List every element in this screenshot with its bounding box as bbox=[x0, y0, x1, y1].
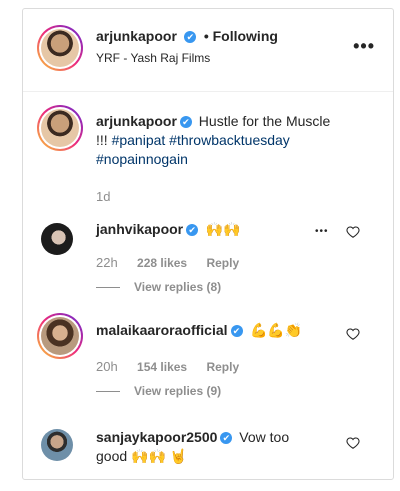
commenter-avatar[interactable] bbox=[37, 313, 83, 359]
caption-time[interactable]: 1d bbox=[96, 189, 110, 204]
comment-emoji: 🙌🙌 🤘 bbox=[131, 448, 188, 464]
reply-button[interactable]: Reply bbox=[206, 360, 239, 374]
caption-username[interactable]: arjunkapoor bbox=[96, 113, 177, 129]
heart-outline-icon[interactable] bbox=[346, 436, 360, 450]
hashtag-panipat[interactable]: #panipat bbox=[112, 132, 166, 148]
comment-text-block: sanjaykapoor2500 ✔ Vow too good 🙌🙌 🤘 bbox=[96, 428, 346, 466]
caption-line2: !!! bbox=[96, 132, 112, 148]
comment-more-icon[interactable]: ••• bbox=[315, 226, 329, 237]
view-replies-label: View replies (9) bbox=[134, 384, 222, 398]
verified-badge-icon: ✔ bbox=[186, 223, 199, 236]
following-label[interactable]: • Following bbox=[204, 28, 278, 44]
comment-meta: 22h 228 likes Reply bbox=[96, 255, 255, 270]
comment-text-line2: good bbox=[96, 448, 128, 464]
commenter-username[interactable]: sanjaykapoor2500 bbox=[96, 429, 217, 445]
view-replies-label: View replies (8) bbox=[134, 280, 222, 294]
commenter-avatar[interactable] bbox=[41, 429, 73, 461]
caption-line1: Hustle for the Muscle bbox=[198, 113, 331, 129]
comment-time[interactable]: 20h bbox=[96, 359, 118, 374]
verified-badge-icon: ✔ bbox=[220, 432, 233, 445]
comment-time[interactable]: 22h bbox=[96, 255, 118, 270]
commenter-username[interactable]: malaikaaroraofficial bbox=[96, 322, 228, 338]
instagram-comments-panel: arjunkapoor ✔ • Following YRF - Yash Raj… bbox=[22, 8, 394, 480]
commenter-avatar[interactable] bbox=[41, 223, 73, 255]
comment-likes[interactable]: 154 likes bbox=[137, 360, 187, 374]
heart-outline-icon[interactable] bbox=[346, 225, 360, 239]
comment-text: Vow too bbox=[239, 429, 290, 445]
verified-badge-icon: ✔ bbox=[184, 30, 197, 43]
hashtag-nopainnogain[interactable]: #nopainnogain bbox=[96, 151, 188, 167]
post-header: arjunkapoor ✔ • Following YRF - Yash Raj… bbox=[23, 9, 393, 92]
divider-line bbox=[96, 391, 120, 393]
author-username[interactable]: arjunkapoor bbox=[96, 28, 177, 44]
more-options-icon[interactable]: ••• bbox=[353, 36, 375, 57]
comment-likes[interactable]: 228 likes bbox=[137, 256, 187, 270]
view-replies-button[interactable]: View replies (8) bbox=[96, 280, 221, 294]
reply-button[interactable]: Reply bbox=[206, 256, 239, 270]
caption-author-avatar[interactable] bbox=[37, 105, 83, 151]
post-location[interactable]: YRF - Yash Raj Films bbox=[96, 51, 210, 65]
view-replies-button[interactable]: View replies (9) bbox=[96, 384, 221, 398]
comment-text: 🙌🙌 bbox=[205, 221, 241, 237]
author-avatar[interactable] bbox=[37, 25, 83, 71]
divider-line bbox=[96, 287, 120, 289]
caption-text: arjunkapoor ✔ Hustle for the Muscle !!! #… bbox=[96, 112, 381, 169]
commenter-username[interactable]: janhvikapoor bbox=[96, 221, 183, 237]
hashtag-throwbacktuesday[interactable]: #throwbacktuesday bbox=[169, 132, 290, 148]
verified-badge-icon: ✔ bbox=[179, 116, 192, 129]
heart-outline-icon[interactable] bbox=[346, 327, 360, 341]
comment-text: 💪💪👏 bbox=[249, 322, 303, 338]
verified-badge-icon: ✔ bbox=[230, 324, 243, 337]
comment-meta: 20h 154 likes Reply bbox=[96, 359, 255, 374]
